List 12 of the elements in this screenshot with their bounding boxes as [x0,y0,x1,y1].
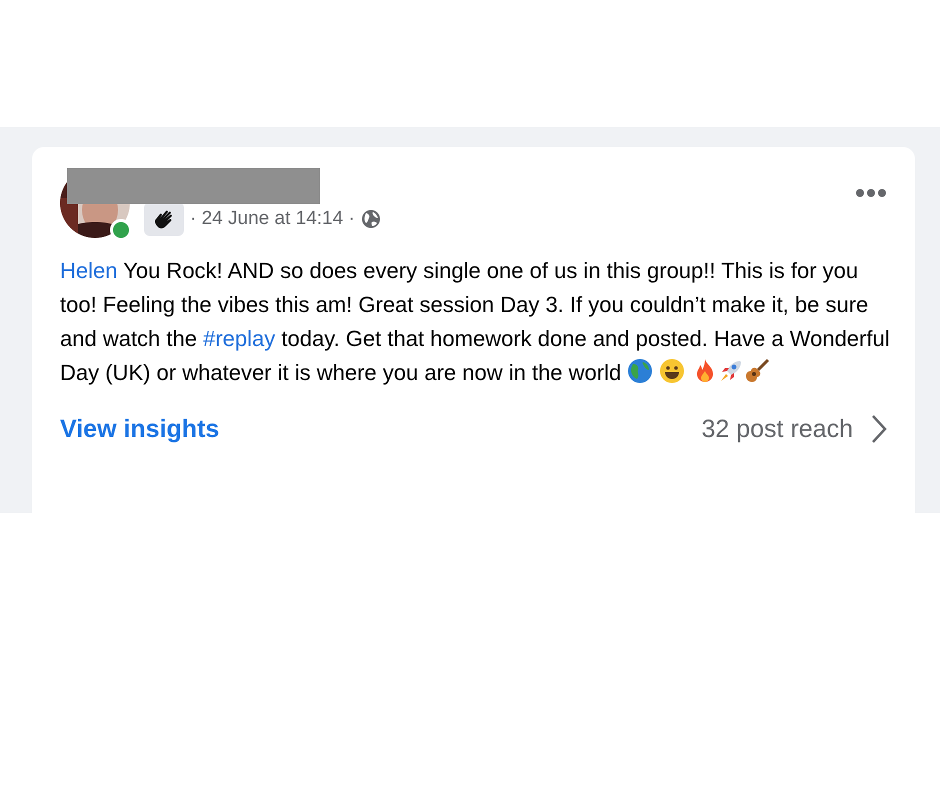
chevron-right-icon[interactable] [871,414,887,444]
post-reach[interactable]: 32 post reach [702,414,853,444]
smiley-emoji-icon [659,358,686,384]
globe-icon [360,209,381,229]
view-insights-link[interactable]: View insights [60,414,220,444]
guitar-emoji-icon [744,358,770,384]
post-text: Helen You Rock! AND so does every single one of us in this group!! This is for you too! Feeling the vibes this am! Great session Day 3. If you couldn’t make it, be sure and watch the #replay today. Get that homework done and posted. Have a Wonderful Day (UK) or whatever it is where you are now in the world [60,257,890,387]
post-link[interactable]: Helen [60,258,118,283]
post-link[interactable]: #replay [203,326,276,351]
post-timestamp[interactable]: · 24 June at 14:14 · [190,208,355,230]
globe-emoji-icon [627,358,654,384]
more-options-icon[interactable] [855,188,887,198]
